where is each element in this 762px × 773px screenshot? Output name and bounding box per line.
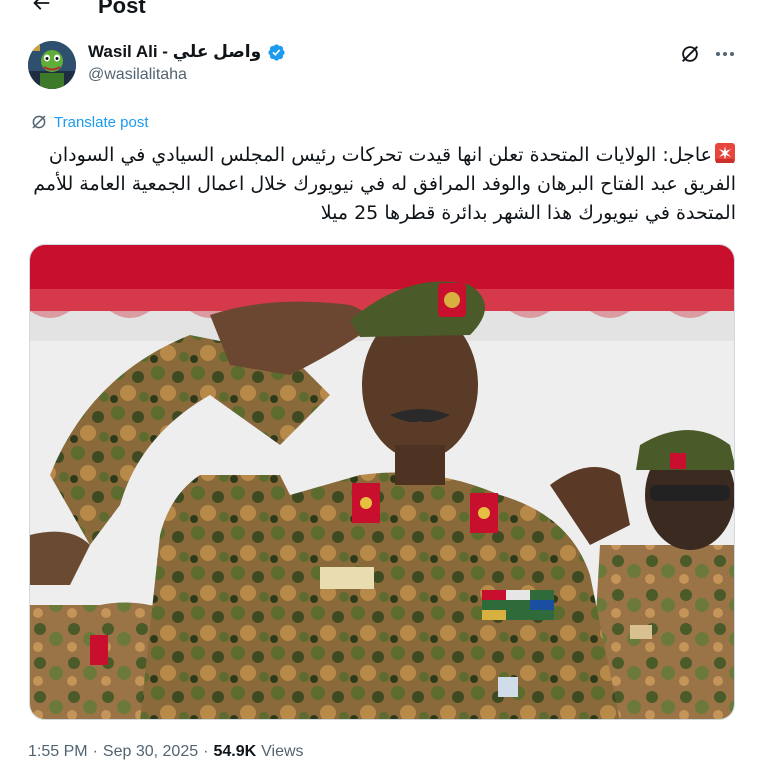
more-icon [730,52,734,56]
more-icon [716,52,720,56]
top-bar: Post [0,0,762,22]
meta-separator: · [92,743,98,760]
translate-icon [32,115,46,129]
tweet-text: عاجل: الولايات المتحدة تعلن انها قيدت تح… [28,141,736,228]
verified-badge-icon[interactable] [267,43,286,62]
post-time[interactable]: 1:55 PM [28,743,88,761]
display-name[interactable]: Wasil Ali - واصل علي [88,42,261,62]
translate-label: Translate post [54,113,149,131]
more-button[interactable] [712,42,738,66]
more-icon [723,52,727,56]
back-button[interactable] [26,0,56,18]
tweet-photo[interactable] [29,244,735,720]
arrow-left-icon [33,0,50,10]
views-count: 54.9K [213,743,257,760]
author-handle[interactable]: @wasilalitaha [88,66,187,84]
tweet-body: عاجل: الولايات المتحدة تعلن انها قيدت تح… [33,144,736,224]
author-name-row: Wasil Ali - واصل علي [88,41,286,63]
rotating-light-icon [715,143,735,163]
meta-separator: · [203,743,209,760]
grok-button[interactable] [678,42,702,66]
photo-illustration [30,245,734,719]
views-label: Views [261,743,304,760]
post-date[interactable]: Sep 30, 2025 [103,743,198,761]
page-title: Post [98,0,146,18]
avatar-image [28,41,76,89]
translate-post-link[interactable]: Translate post [30,113,149,131]
avatar[interactable] [28,41,76,89]
grok-icon [682,46,698,62]
post-meta: 1:55 PM · Sep 30, 2025 · 54.9K Views [28,743,304,761]
